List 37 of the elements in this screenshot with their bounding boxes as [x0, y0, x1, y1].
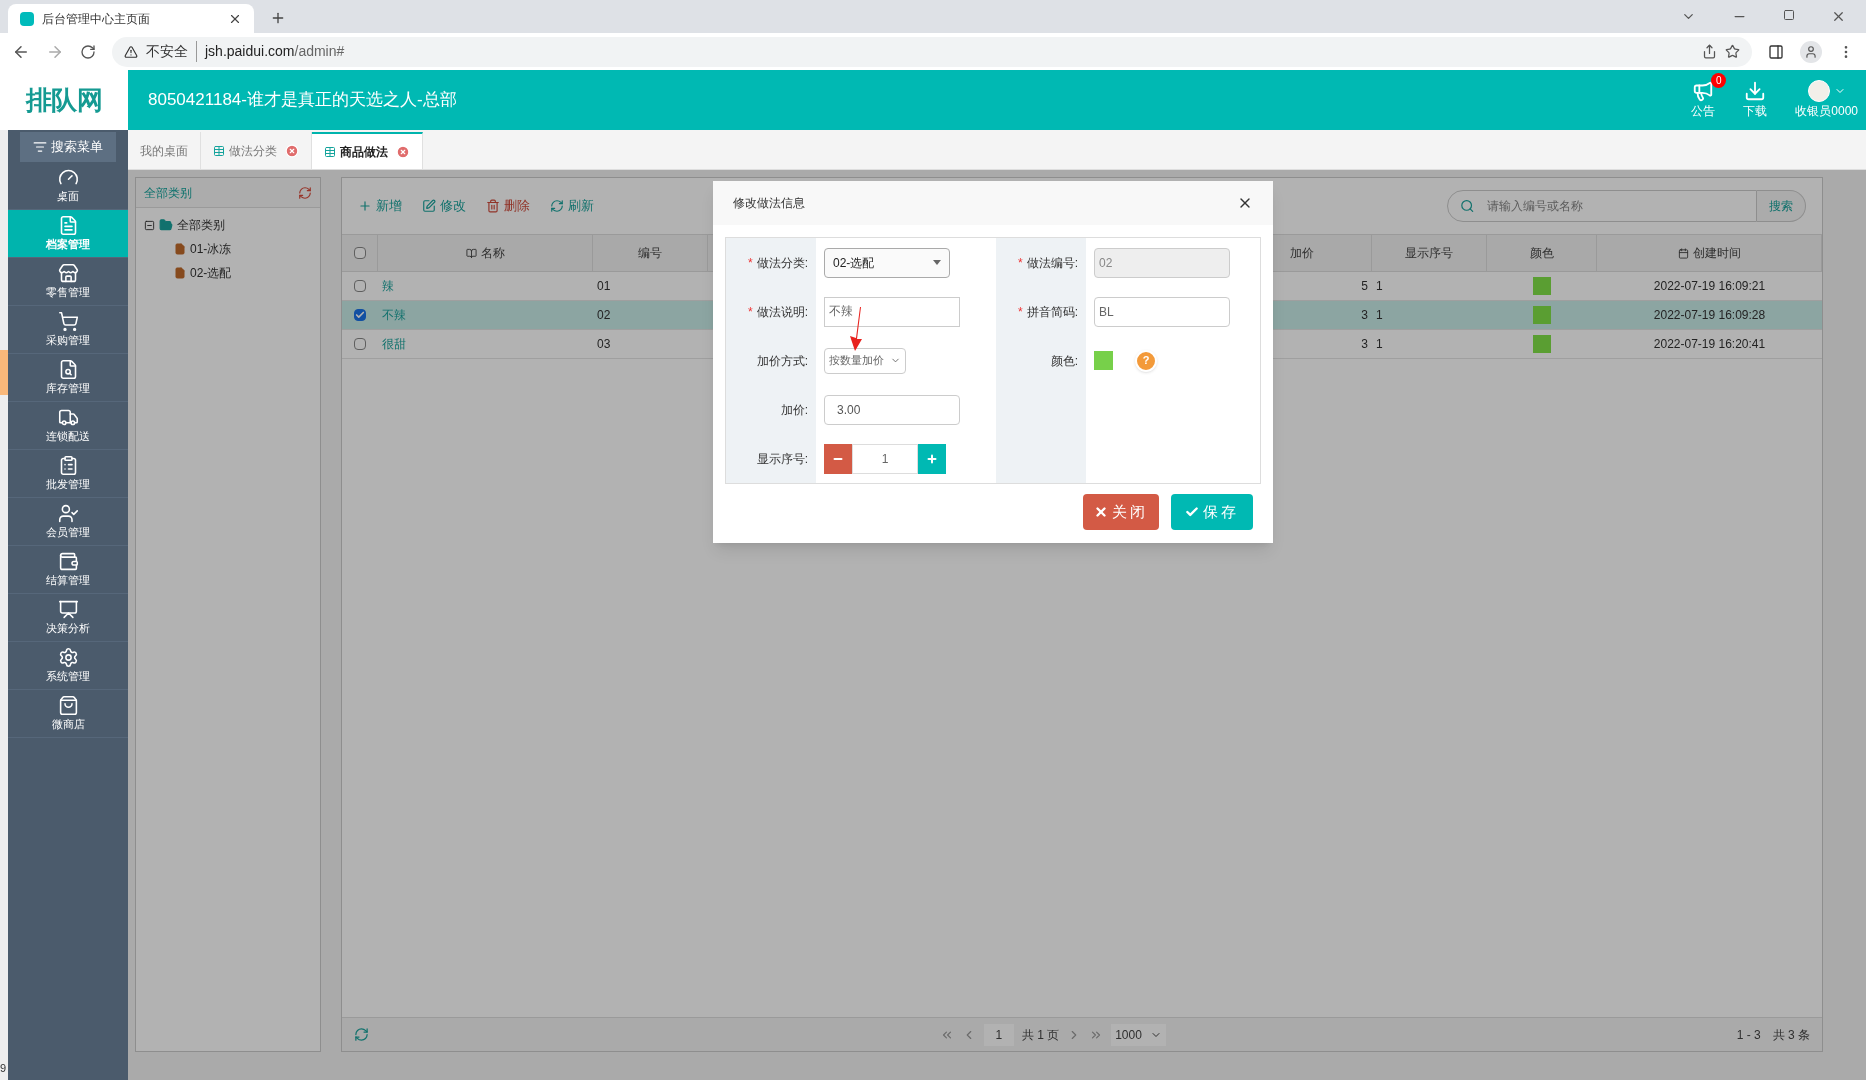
required-mark: * — [748, 254, 753, 272]
record-range: 1 - 3 — [1736, 1026, 1761, 1044]
table-cell-text: 3 — [1361, 307, 1368, 324]
table-cell-text: 2022-07-19 16:09:28 — [1653, 307, 1766, 324]
field-label: 加价: — [780, 401, 808, 419]
field-label: 加价方式: — [756, 352, 808, 370]
table-cell-text: 5 — [1361, 278, 1368, 295]
table-cell-text: 1 — [1376, 336, 1383, 353]
table-cell-text: 1 — [1376, 307, 1383, 324]
field-label: 显示序号: — [756, 450, 808, 468]
table-cell-text: 2022-07-19 16:20:41 — [1653, 336, 1766, 353]
logo: 排队网 — [25, 83, 103, 117]
table-cell-text: 02 — [597, 307, 611, 324]
dialog-title: 修改做法信息 — [733, 195, 805, 212]
table-cell-text: 3 — [1361, 336, 1368, 353]
table-cell-text: 2022-07-19 16:09:21 — [1653, 278, 1766, 295]
field-label: 做法分类: — [756, 254, 808, 272]
field-label: 颜色: — [1050, 352, 1078, 370]
page-count: 共 1 页 — [1021, 1026, 1060, 1044]
table-cell-text: 03 — [597, 336, 611, 353]
user-name: 收银员0000 — [1795, 103, 1858, 120]
company-title: 8050421184-谁才是真正的天选之人-总部 — [148, 89, 457, 112]
table-cell-text: 01 — [597, 278, 611, 295]
tab-title: 后台管理中心主页面 — [42, 10, 151, 28]
record-total: 共 3 条 — [1772, 1026, 1810, 1044]
required-mark: * — [1018, 254, 1023, 272]
required-mark: * — [748, 303, 753, 321]
notice-count-badge: 0 — [1711, 73, 1727, 88]
field-label: 拼音简码: — [1026, 303, 1078, 321]
field-label: 做法说明: — [756, 303, 808, 321]
required-mark: * — [1018, 303, 1023, 321]
edge-text: 9 — [0, 1060, 8, 1076]
panel-title: 全部类别 — [144, 184, 192, 202]
url-text: jsh.paidui.com/admin# — [205, 42, 345, 61]
security-label: 不安全 — [146, 41, 197, 62]
field-label: 做法编号: — [1026, 254, 1078, 272]
table-cell-text: 1 — [1376, 278, 1383, 295]
